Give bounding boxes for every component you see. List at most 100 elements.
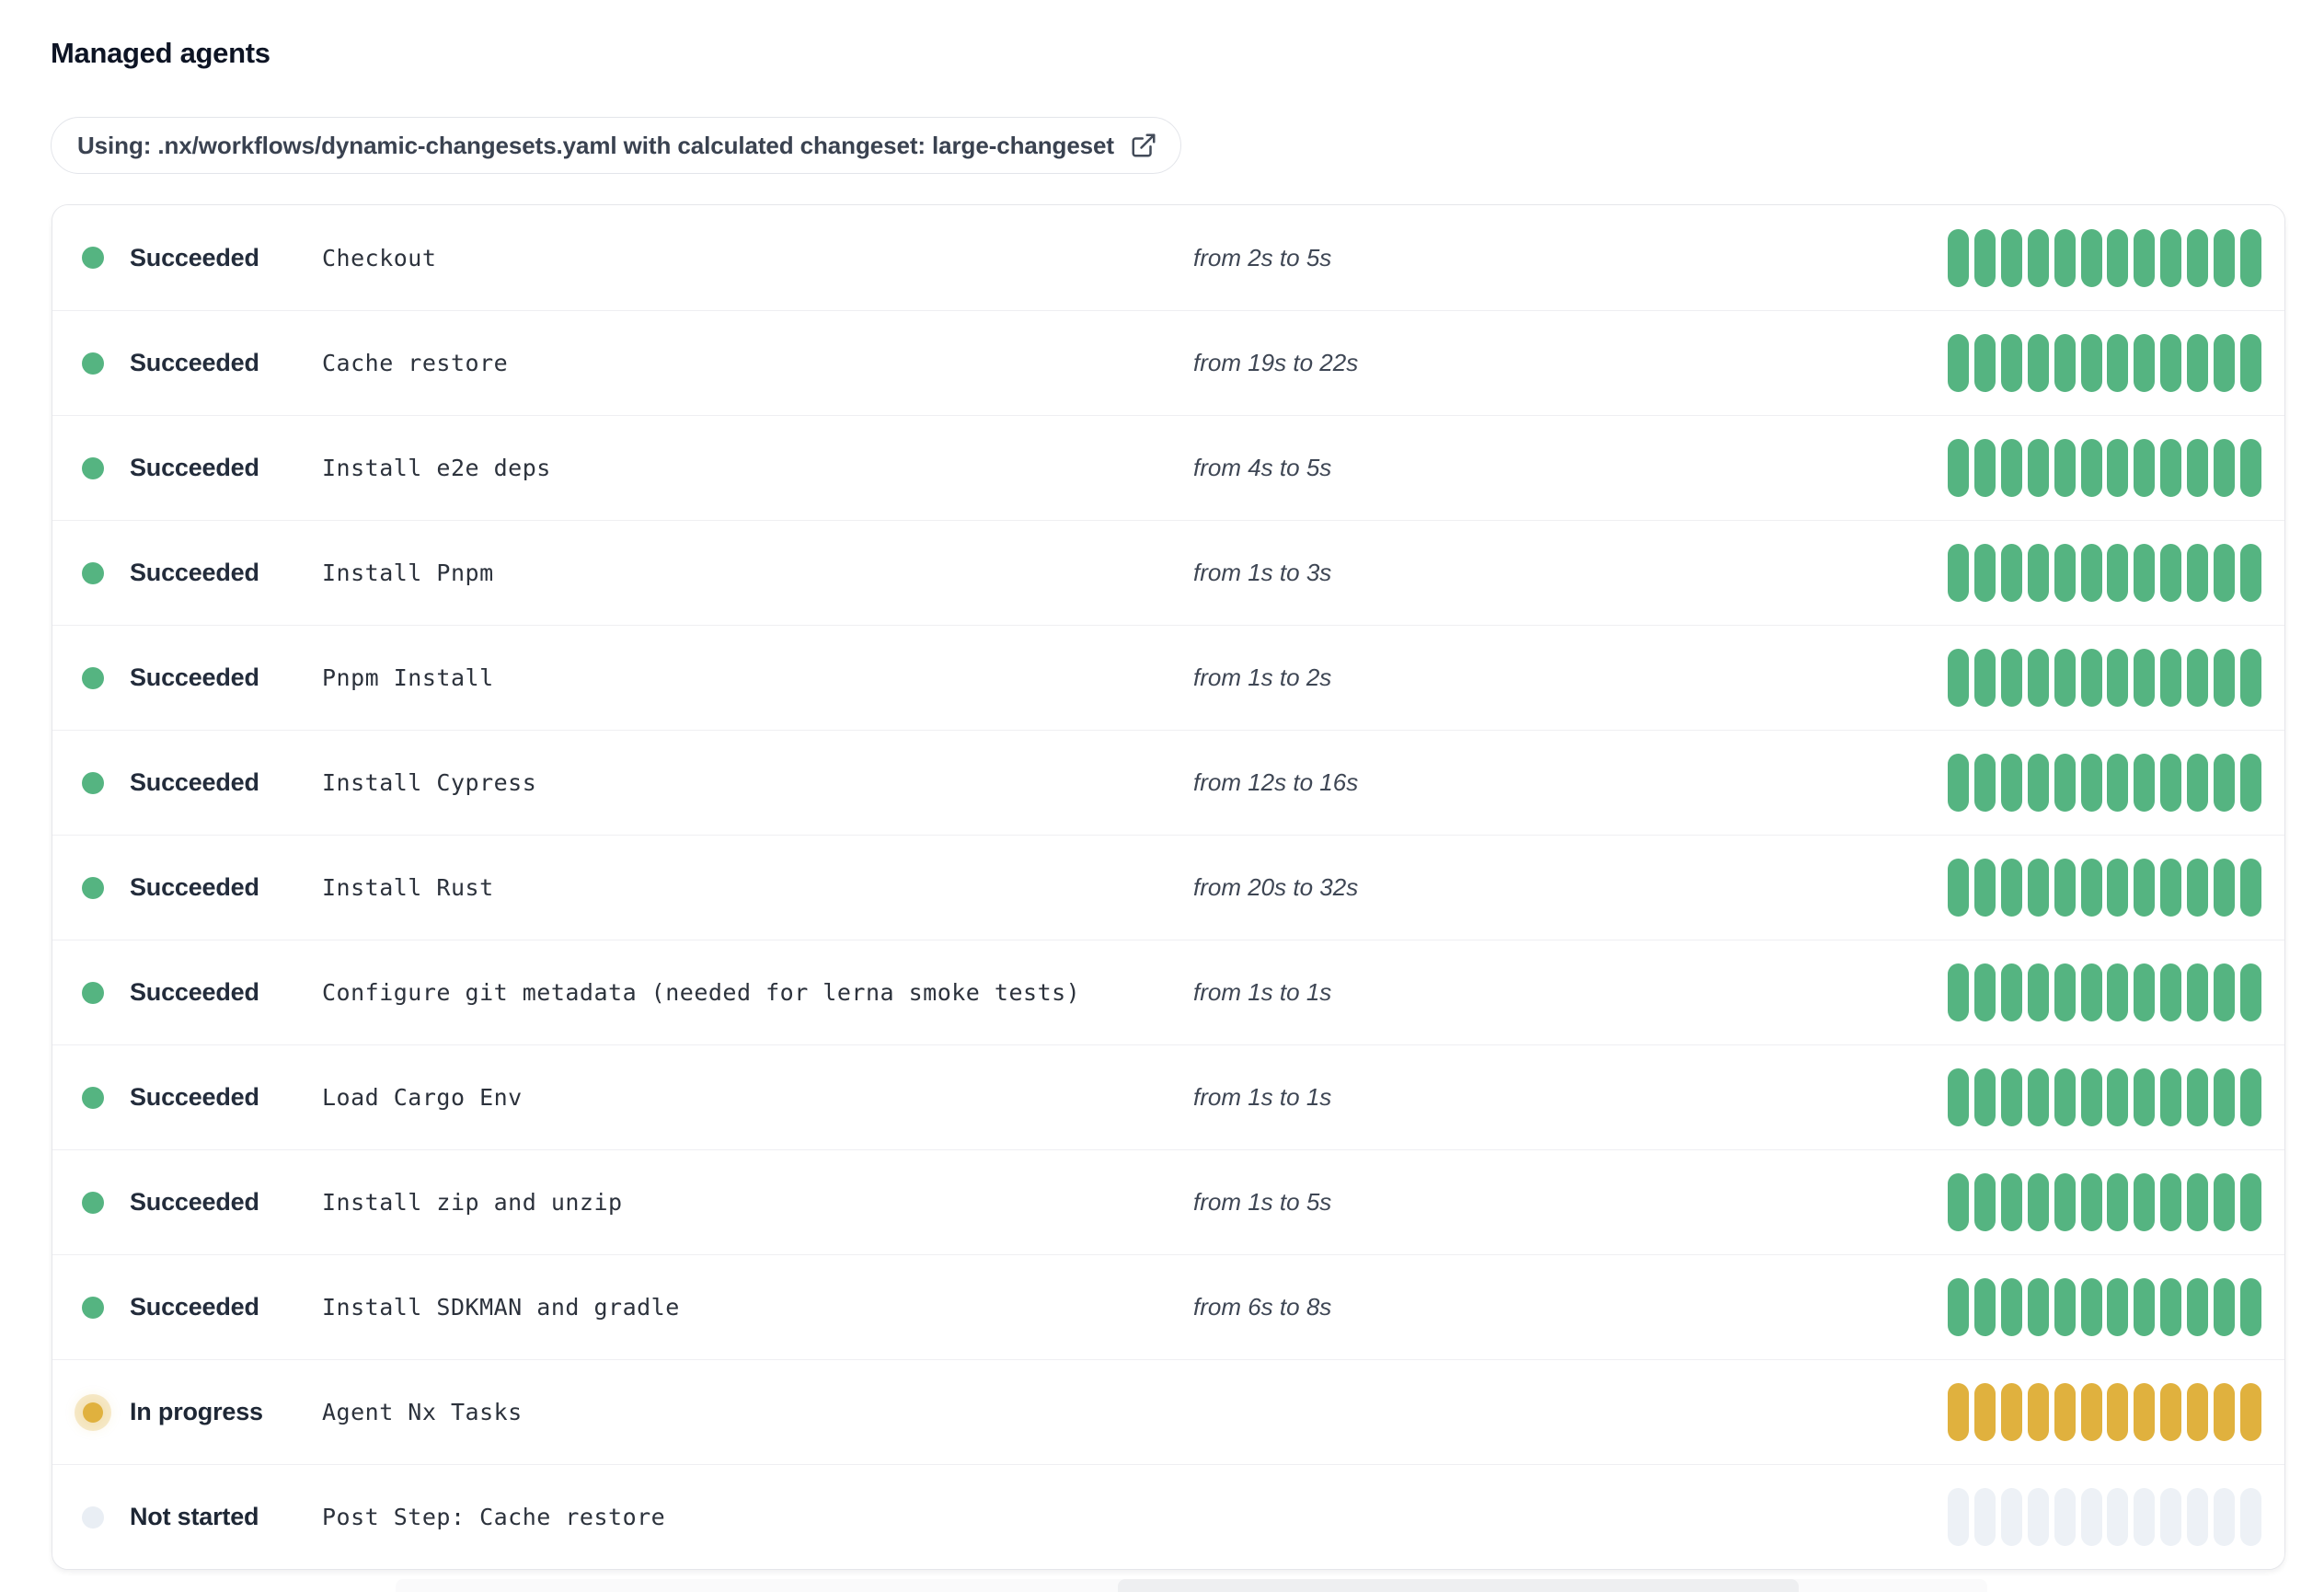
agent-pill[interactable] — [2000, 1383, 2022, 1441]
agent-pill[interactable] — [2054, 439, 2076, 497]
agent-pill[interactable] — [2107, 859, 2129, 917]
agent-pill[interactable] — [2187, 963, 2209, 1021]
agent-pill[interactable] — [2160, 859, 2182, 917]
agent-pill[interactable] — [2054, 1068, 2076, 1126]
agent-pill[interactable] — [2214, 334, 2236, 392]
agent-pill[interactable] — [2054, 334, 2076, 392]
agent-pill[interactable] — [2187, 1383, 2209, 1441]
agent-pill[interactable] — [1973, 754, 1996, 812]
agent-pill[interactable] — [2080, 1278, 2102, 1336]
agent-pill[interactable] — [2054, 754, 2076, 812]
agent-pill[interactable] — [1948, 754, 1969, 812]
agent-pill[interactable] — [2214, 1068, 2236, 1126]
agent-pill[interactable] — [2239, 1383, 2261, 1441]
agent-pill[interactable] — [2000, 1068, 2022, 1126]
agent-pill[interactable] — [2000, 754, 2022, 812]
agent-pill[interactable] — [2080, 859, 2102, 917]
agent-pill[interactable] — [2107, 1383, 2129, 1441]
agent-pill[interactable] — [2214, 544, 2236, 602]
agent-pill[interactable] — [1973, 1278, 1996, 1336]
agent-pill[interactable] — [1948, 1173, 1969, 1231]
agent-pill[interactable] — [1973, 1383, 1996, 1441]
agent-pill[interactable] — [2214, 1173, 2236, 1231]
agent-pill[interactable] — [2054, 859, 2076, 917]
agent-step-row[interactable]: Not started Post Step: Cache restore — [52, 1464, 2284, 1569]
agent-pill[interactable] — [2027, 1173, 2049, 1231]
workflow-source-chip[interactable]: Using: .nx/workflows/dynamic-changesets.… — [51, 117, 1181, 174]
agent-pill[interactable] — [2054, 228, 2076, 287]
agent-pill[interactable] — [1948, 1068, 1969, 1126]
agent-pill[interactable] — [2187, 544, 2209, 602]
agent-pill[interactable] — [1948, 334, 1969, 392]
agent-pill[interactable] — [2134, 334, 2156, 392]
agent-pill[interactable] — [2134, 544, 2156, 602]
agent-pill[interactable] — [2027, 228, 2049, 287]
agent-pill[interactable] — [2134, 1488, 2156, 1546]
agent-pill[interactable] — [2160, 754, 2182, 812]
agent-pill[interactable] — [1973, 1173, 1996, 1231]
agent-pill[interactable] — [1948, 228, 1969, 287]
agent-pill[interactable] — [2160, 439, 2182, 497]
agent-step-row[interactable]: Succeeded Cache restore from 19s to 22s — [52, 310, 2284, 415]
agent-pill[interactable] — [2187, 1278, 2209, 1336]
agent-pill[interactable] — [2160, 1488, 2182, 1546]
agent-step-row[interactable]: Succeeded Install SDKMAN and gradle from 6… — [52, 1254, 2284, 1359]
agent-step-row[interactable]: Succeeded Install Pnpm from 1s to 3s — [52, 520, 2284, 625]
agent-pill[interactable] — [2160, 228, 2182, 287]
agent-pill[interactable] — [2160, 544, 2182, 602]
agent-pill[interactable] — [2134, 1068, 2156, 1126]
agent-pill[interactable] — [2107, 1278, 2129, 1336]
agent-step-row[interactable]: Succeeded Install e2e deps from 4s to 5s — [52, 415, 2284, 520]
agent-pill[interactable] — [2134, 1278, 2156, 1336]
agent-pill[interactable] — [2080, 228, 2102, 287]
agent-pill[interactable] — [2160, 1383, 2182, 1441]
agent-pill[interactable] — [2080, 439, 2102, 497]
agent-pill[interactable] — [1973, 859, 1996, 917]
agent-pill[interactable] — [2000, 1488, 2022, 1546]
agent-pill[interactable] — [2054, 649, 2076, 707]
agent-pill[interactable] — [2080, 754, 2102, 812]
agent-pill[interactable] — [2187, 334, 2209, 392]
agent-pill[interactable] — [2187, 859, 2209, 917]
agent-pill[interactable] — [2054, 1383, 2076, 1441]
agent-pill[interactable] — [2080, 1488, 2102, 1546]
agent-pill[interactable] — [2000, 1278, 2022, 1336]
agent-pill[interactable] — [2107, 334, 2129, 392]
agent-pill[interactable] — [2239, 544, 2261, 602]
agent-pill[interactable] — [2160, 1068, 2182, 1126]
agent-pill[interactable] — [2134, 859, 2156, 917]
agent-pill[interactable] — [2187, 228, 2209, 287]
agent-step-row[interactable]: Succeeded Pnpm Install from 1s to 2s — [52, 625, 2284, 730]
agent-pill[interactable] — [2239, 334, 2261, 392]
agent-pill[interactable] — [1973, 963, 1996, 1021]
agent-pill[interactable] — [2054, 1173, 2076, 1231]
agent-pill[interactable] — [2000, 228, 2022, 287]
agent-step-row[interactable]: In progress Agent Nx Tasks — [52, 1359, 2284, 1464]
agent-pill[interactable] — [2239, 1068, 2261, 1126]
agent-step-row[interactable]: Succeeded Load Cargo Env from 1s to 1s — [52, 1044, 2284, 1149]
agent-pill[interactable] — [2027, 1068, 2049, 1126]
agent-pill[interactable] — [1973, 1488, 1996, 1546]
agent-pill[interactable] — [1948, 544, 1969, 602]
agent-pill[interactable] — [2080, 1068, 2102, 1126]
agent-pill[interactable] — [2239, 1278, 2261, 1336]
agent-pill[interactable] — [1973, 228, 1996, 287]
agent-pill[interactable] — [2214, 1488, 2236, 1546]
agent-pill[interactable] — [2107, 1173, 2129, 1231]
agent-pill[interactable] — [2239, 649, 2261, 707]
agent-pill[interactable] — [2107, 1068, 2129, 1126]
agent-pill[interactable] — [1948, 1488, 1969, 1546]
agent-pill[interactable] — [2000, 439, 2022, 497]
agent-pill[interactable] — [2134, 1383, 2156, 1441]
agent-pill[interactable] — [1948, 439, 1969, 497]
agent-pill[interactable] — [2000, 1173, 2022, 1231]
agent-pill[interactable] — [2214, 439, 2236, 497]
agent-pill[interactable] — [2080, 1383, 2102, 1441]
agent-pill[interactable] — [2134, 754, 2156, 812]
agent-pill[interactable] — [2239, 754, 2261, 812]
agent-pill[interactable] — [2239, 228, 2261, 287]
agent-pill[interactable] — [2134, 649, 2156, 707]
agent-pill[interactable] — [2187, 1488, 2209, 1546]
agent-pill[interactable] — [2027, 1488, 2049, 1546]
agent-pill[interactable] — [2239, 1488, 2261, 1546]
